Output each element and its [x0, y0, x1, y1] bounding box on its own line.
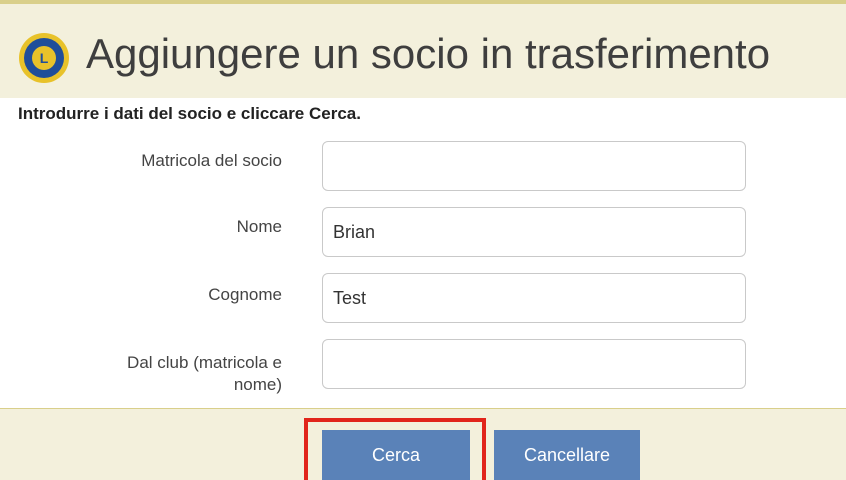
cancel-button[interactable]: Cancellare: [494, 430, 640, 480]
member-id-input[interactable]: [322, 141, 746, 191]
from-club-input[interactable]: [322, 339, 746, 389]
last-name-label: Cognome: [208, 285, 282, 304]
svg-text:L: L: [40, 50, 49, 66]
page-title: Aggiungere un socio in trasferimento: [86, 30, 771, 77]
page-header: L Aggiungere un socio in trasferimento: [0, 0, 846, 98]
last-name-input[interactable]: [322, 273, 746, 323]
first-name-input[interactable]: [322, 207, 746, 257]
instruction-text: Introdurre i dati del socio e cliccare C…: [18, 104, 361, 123]
search-button-highlight: [304, 418, 486, 480]
lions-club-logo-icon: L: [19, 33, 69, 83]
from-club-label-line2: nome): [233, 375, 282, 394]
from-club-label: Dal club (matricola e nome): [82, 352, 282, 396]
first-name-label: Nome: [236, 217, 282, 236]
member-id-label: Matricola del socio: [141, 151, 282, 170]
from-club-label-line1: Dal club (matricola e: [127, 353, 282, 372]
